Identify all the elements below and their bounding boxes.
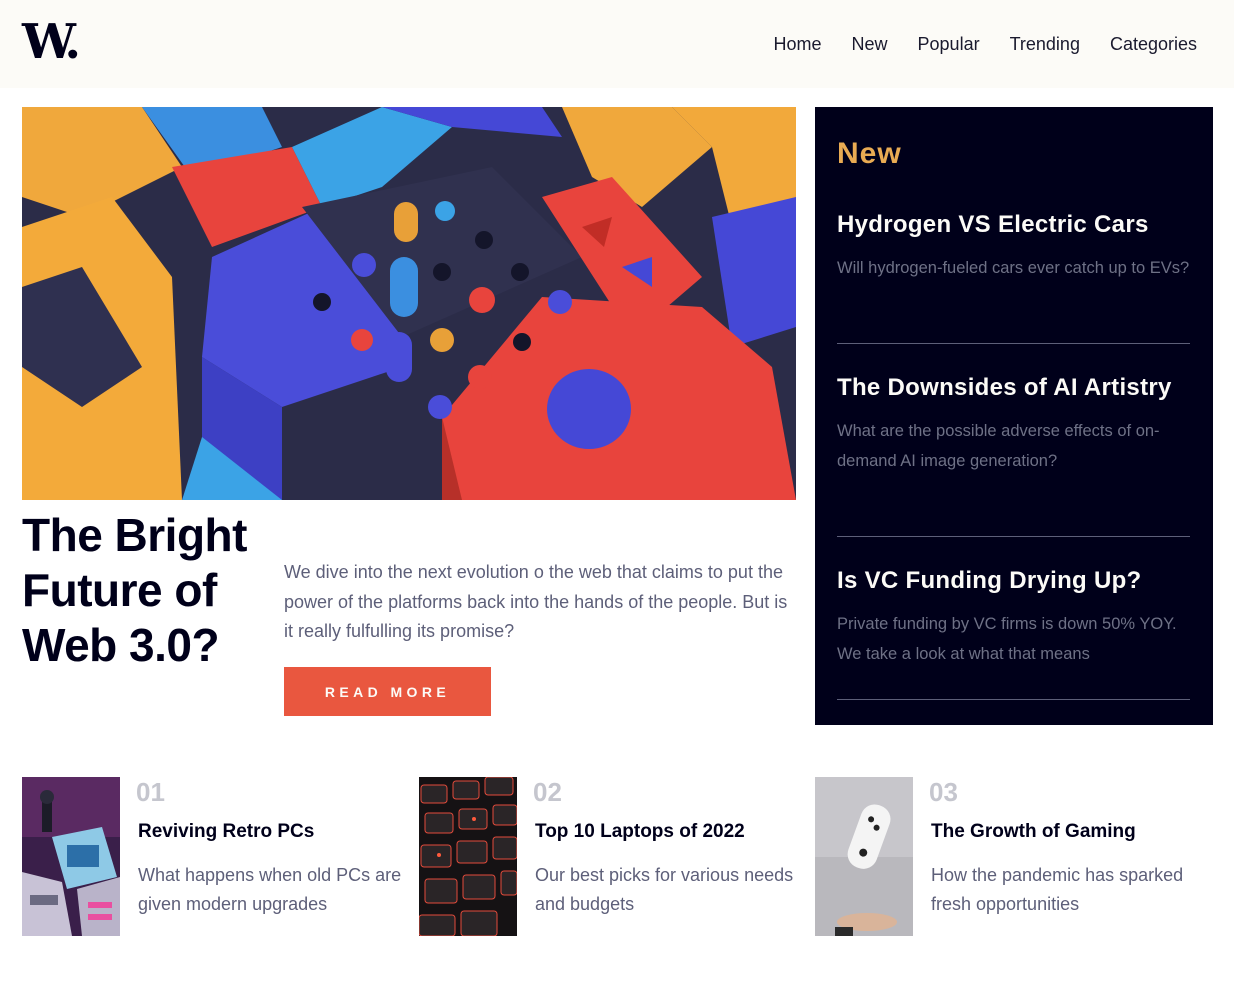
card-description: How the pandemic has sparked fresh oppor… — [931, 865, 1184, 914]
nav-link-new[interactable]: New — [852, 32, 888, 56]
new-article-title[interactable]: The Downsides of AI Artistry — [837, 373, 1190, 403]
card-title[interactable]: Reviving Retro PCs — [138, 820, 314, 844]
read-more-button[interactable]: READ MORE — [284, 667, 491, 716]
article-card[interactable]: 03 The Growth of Gaming How the pandemic… — [815, 777, 1211, 937]
article-card[interactable]: 02 Top 10 Laptops of 2022 Our best picks… — [419, 777, 815, 937]
new-article-description: What are the possible adverse effects of… — [837, 422, 1160, 470]
card-description: What happens when old PCs are given mode… — [138, 865, 402, 914]
site-logo[interactable]: W. — [22, 14, 81, 70]
divider — [837, 699, 1190, 700]
new-panel-heading: New — [837, 137, 902, 170]
new-article-description: Private funding by VC firms is down 50% … — [837, 615, 1177, 663]
new-articles-panel: New Hydrogen VS Electric Cars Will hydro… — [815, 107, 1213, 725]
laptop-keyboard-thumbnail[interactable] — [419, 777, 517, 936]
new-article-item[interactable]: Is VC Funding Drying Up? Private funding… — [837, 566, 1190, 669]
new-article-item[interactable]: Hydrogen VS Electric Cars Will hydrogen-… — [837, 210, 1190, 284]
card-title[interactable]: Top 10 Laptops of 2022 — [535, 820, 745, 844]
card-title[interactable]: The Growth of Gaming — [931, 820, 1136, 844]
card-description: Our best picks for various needs and bud… — [535, 865, 794, 914]
new-article-title[interactable]: Is VC Funding Drying Up? — [837, 566, 1190, 596]
main-nav: Home New Popular Trending Categories — [774, 32, 1198, 56]
nav-link-categories[interactable]: Categories — [1110, 32, 1197, 56]
retro-pc-thumbnail[interactable] — [22, 777, 120, 936]
nav-link-popular[interactable]: Popular — [918, 32, 980, 56]
gaming-controller-thumbnail[interactable] — [815, 777, 913, 936]
hero-image — [22, 107, 796, 500]
article-card[interactable]: 01 Reviving Retro PCs What happens when … — [22, 777, 418, 937]
nav-link-trending[interactable]: Trending — [1010, 32, 1080, 56]
hero-description: We dive into the next evolution o the we… — [284, 562, 788, 641]
new-article-title[interactable]: Hydrogen VS Electric Cars — [837, 210, 1190, 240]
card-number: 03 — [929, 777, 958, 807]
site-header: W. Home New Popular Trending Categories — [0, 0, 1234, 88]
divider — [837, 343, 1190, 344]
nav-link-home[interactable]: Home — [774, 32, 822, 56]
hero-title: The Bright Future of Web 3.0? — [22, 509, 247, 671]
divider — [837, 536, 1190, 537]
new-article-description: Will hydrogen-fueled cars ever catch up … — [837, 259, 1190, 277]
card-number: 01 — [136, 777, 165, 807]
card-number: 02 — [533, 777, 562, 807]
new-article-item[interactable]: The Downsides of AI Artistry What are th… — [837, 373, 1190, 476]
